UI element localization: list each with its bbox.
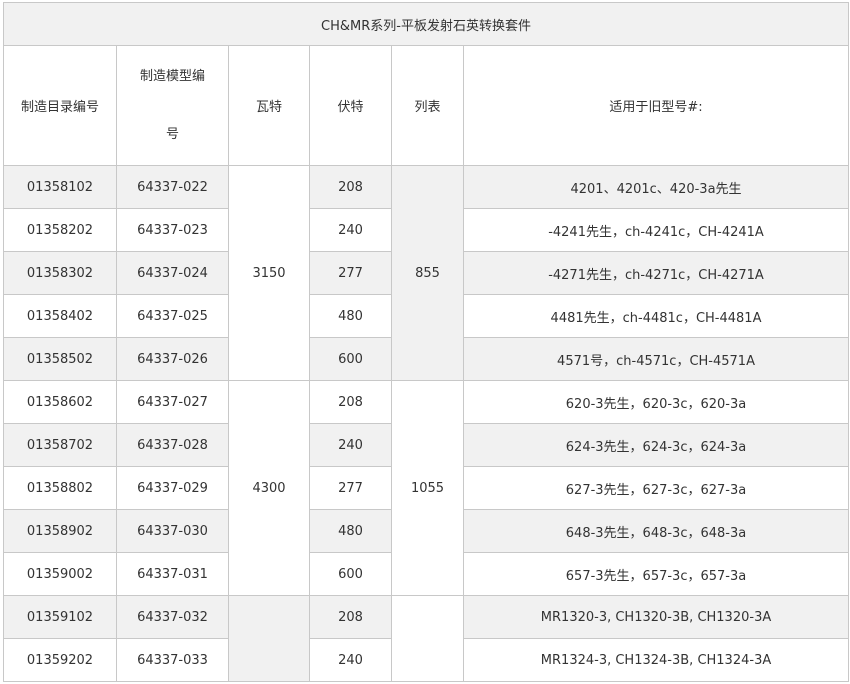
cell-model: 64337-030 <box>116 509 229 553</box>
header-catalog: 制造目录编号 <box>3 45 117 166</box>
table-title-row: CH&MR系列-平板发射石英转换套件 <box>2 2 850 46</box>
cell-volts: 240 <box>309 208 392 252</box>
table-row: 01358102 64337-022 3150 208 855 4201、420… <box>3 165 850 381</box>
header-replaces: 适用于旧型号#: <box>462 45 850 166</box>
cell-model: 64337-025 <box>116 294 229 338</box>
cell-list <box>391 595 464 682</box>
cell-catalog: 01358402 <box>3 294 117 338</box>
cell-catalog: 01358502 <box>3 337 117 381</box>
cell-replaces: -4241先生，ch-4241c，CH-4241A <box>462 208 850 252</box>
cell-model: 64337-026 <box>116 337 229 381</box>
cell-volts: 277 <box>309 466 392 510</box>
cell-model: 64337-024 <box>116 251 229 295</box>
header-list: 列表 <box>391 45 464 166</box>
cell-replaces: 657-3先生，657-3c，657-3a <box>462 552 850 596</box>
cell-catalog: 01358602 <box>3 380 117 424</box>
cell-replaces: 627-3先生，627-3c，627-3a <box>462 466 850 510</box>
cell-volts: 600 <box>309 552 392 596</box>
cell-replaces: 648-3先生，648-3c，648-3a <box>462 509 850 553</box>
cell-catalog: 01358702 <box>3 423 117 467</box>
cell-replaces: 624-3先生，624-3c，624-3a <box>462 423 850 467</box>
cell-catalog: 01358802 <box>3 466 117 510</box>
cell-volts: 208 <box>309 595 392 639</box>
cell-list: 855 <box>391 165 464 381</box>
cell-model: 64337-031 <box>116 552 229 596</box>
cell-replaces: 4201、4201c、420-3a先生 <box>462 165 850 209</box>
table-header-row: 制造目录编号 制造模型编号 瓦特 伏特 列表 适用于旧型号#: <box>3 45 850 166</box>
table-row: 01358602 64337-027 4300 208 1055 620-3先生… <box>3 380 850 596</box>
header-model-line1: 制造模型编 <box>139 68 205 84</box>
cell-model: 64337-023 <box>116 208 229 252</box>
cell-watts: 3150 <box>228 165 310 381</box>
cell-catalog: 01358202 <box>3 208 117 252</box>
cell-model: 64337-028 <box>116 423 229 467</box>
cell-volts: 277 <box>309 251 392 295</box>
cell-replaces: MR1320-3, CH1320-3B, CH1320-3A <box>462 595 850 639</box>
cell-list: 1055 <box>391 380 464 596</box>
header-model-line2: 号 <box>165 126 179 142</box>
cell-replaces: MR1324-3, CH1324-3B, CH1324-3A <box>462 638 850 682</box>
cell-model: 64337-033 <box>116 638 229 682</box>
cell-replaces: 4571号，ch-4571c，CH-4571A <box>462 337 850 381</box>
cell-model: 64337-029 <box>116 466 229 510</box>
cell-catalog: 01358102 <box>3 165 117 209</box>
table-row: 01359102 64337-032 208 MR1320-3, CH1320-… <box>3 595 850 682</box>
cell-replaces: 620-3先生，620-3c，620-3a <box>462 380 850 424</box>
header-volts: 伏特 <box>309 45 392 166</box>
cell-volts: 600 <box>309 337 392 381</box>
cell-model: 64337-022 <box>116 165 229 209</box>
cell-volts: 240 <box>309 423 392 467</box>
cell-catalog: 01358902 <box>3 509 117 553</box>
cell-replaces: 4481先生，ch-4481c，CH-4481A <box>462 294 850 338</box>
cell-volts: 208 <box>309 165 392 209</box>
cell-volts: 480 <box>309 294 392 338</box>
table-title: CH&MR系列-平板发射石英转换套件 <box>2 2 850 46</box>
header-watts: 瓦特 <box>228 45 310 166</box>
cell-catalog: 01358302 <box>3 251 117 295</box>
cell-catalog: 01359002 <box>3 552 117 596</box>
cell-watts: 4300 <box>228 380 310 596</box>
product-table: CH&MR系列-平板发射石英转换套件 制造目录编号 制造模型编号 瓦特 伏特 列… <box>2 2 850 682</box>
header-model: 制造模型编号 <box>116 45 229 166</box>
cell-volts: 480 <box>309 509 392 553</box>
cell-watts <box>228 595 310 682</box>
cell-volts: 208 <box>309 380 392 424</box>
cell-catalog: 01359202 <box>3 638 117 682</box>
cell-catalog: 01359102 <box>3 595 117 639</box>
cell-replaces: -4271先生，ch-4271c，CH-4271A <box>462 251 850 295</box>
cell-volts: 240 <box>309 638 392 682</box>
cell-model: 64337-027 <box>116 380 229 424</box>
cell-model: 64337-032 <box>116 595 229 639</box>
